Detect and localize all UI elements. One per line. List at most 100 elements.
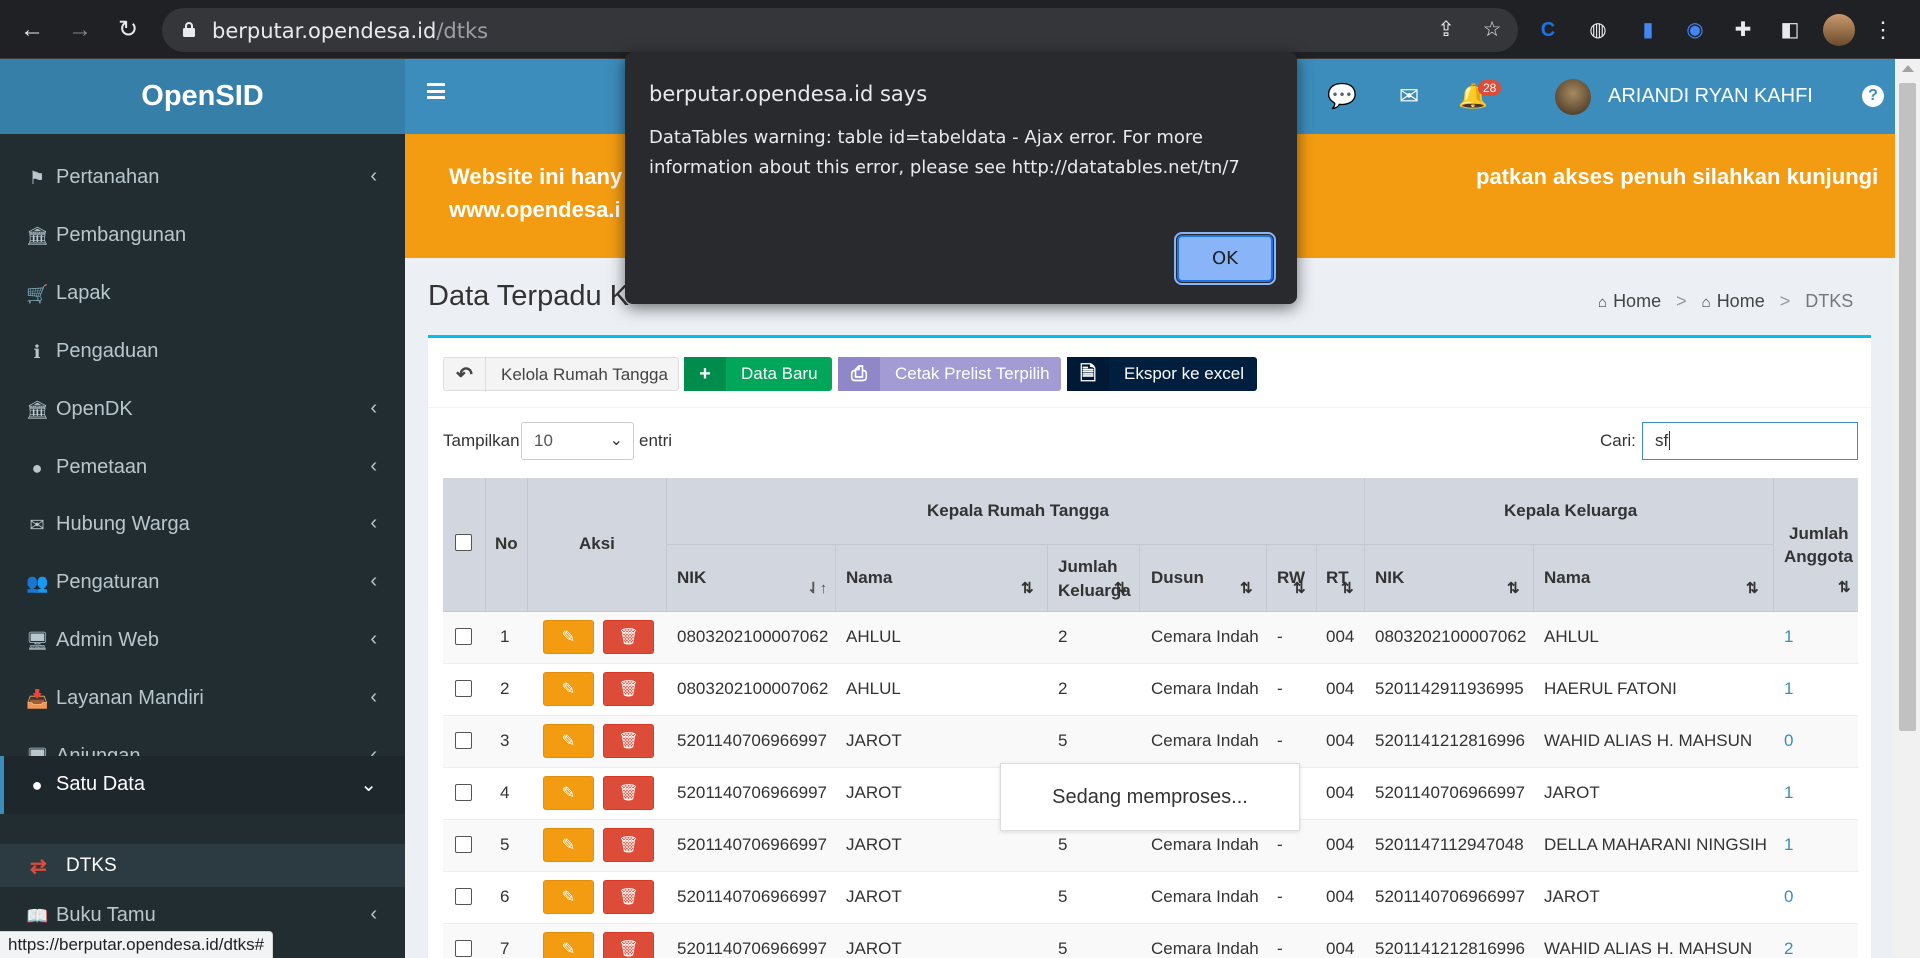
sidebar-item-pengaduan[interactable]: ℹ Pengaduan	[0, 323, 405, 381]
globe-extension-icon[interactable]: ◍	[1584, 16, 1612, 44]
sidebar-item-layanan-mandiri[interactable]: 📥 Layanan Mandiri ‹	[0, 670, 405, 728]
row-checkbox[interactable]	[455, 784, 472, 801]
delete-button[interactable]: 🗑	[603, 620, 654, 654]
banner-text-left: Website ini hany	[449, 164, 623, 189]
cell-jumlah-anggota[interactable]: 0	[1784, 887, 1793, 907]
edit-button[interactable]: ✎	[543, 776, 594, 810]
puzzle-extensions-icon[interactable]: ✚	[1729, 16, 1757, 44]
data-box: ↶ Kelola Rumah Tangga + Data Baru ⎙ Ceta…	[428, 335, 1871, 958]
data-baru-button[interactable]: + Data Baru	[684, 357, 832, 391]
sidebar-item-pertanahan[interactable]: ⚑ Pertanahan ‹	[0, 149, 405, 207]
delete-button[interactable]: 🗑	[603, 672, 654, 706]
delete-button[interactable]: 🗑	[603, 932, 654, 958]
page-length-select[interactable]: 10 ⌄	[521, 422, 634, 460]
sidebar-item-pembangunan[interactable]: 🏛 Pembangunan	[0, 207, 405, 265]
cell-jumlah-anggota[interactable]: 1	[1784, 835, 1793, 855]
bookmark-star-icon[interactable]: ☆	[1480, 18, 1504, 42]
sort-icon[interactable]: ⇅	[1240, 579, 1253, 597]
sort-icon[interactable]: ⇅	[1838, 578, 1851, 596]
hamburger-menu-icon[interactable]	[427, 83, 445, 99]
help-icon[interactable]: ?	[1862, 85, 1884, 107]
edit-button[interactable]: ✎	[543, 828, 594, 862]
chat-icon[interactable]: 💬	[1327, 83, 1357, 111]
globe-icon: ●	[31, 458, 43, 478]
share-icon[interactable]: ⇪	[1434, 18, 1458, 42]
page-length-label: Tampilkan	[443, 431, 520, 450]
reload-icon[interactable]: ↻	[112, 14, 144, 46]
user-name[interactable]: ARIANDI RYAN KAHFI	[1608, 85, 1813, 108]
row-checkbox[interactable]	[455, 888, 472, 905]
cell-kk-nik: 0803202100007062	[1375, 627, 1527, 646]
sort-icon[interactable]: ⇅	[1507, 579, 1520, 597]
sidebar-item-opendk[interactable]: 🏛 OpenDK ‹	[0, 381, 405, 439]
row-checkbox[interactable]	[455, 836, 472, 853]
edit-button[interactable]: ✎	[543, 672, 594, 706]
cetak-prelist-button[interactable]: ⎙ Cetak Prelist Terpilih	[838, 357, 1061, 391]
delete-button[interactable]: 🗑	[603, 828, 654, 862]
sidebar-item-pemetaan[interactable]: ● Pemetaan ‹	[0, 439, 405, 497]
row-checkbox[interactable]	[455, 628, 472, 645]
address-bar[interactable]: berputar.opendesa.id/dtks ⇪ ☆	[162, 8, 1518, 52]
row-checkbox[interactable]	[455, 940, 472, 957]
kelola-rumah-tangga-button[interactable]: ↶ Kelola Rumah Tangga	[443, 357, 679, 392]
cell-jumlah-anggota[interactable]: 0	[1784, 731, 1793, 751]
brand-logo[interactable]: OpenSID	[0, 59, 405, 134]
sidebar-item-satu-data[interactable]: ● Satu Data ⌄	[0, 756, 405, 814]
cell-no: 6	[500, 887, 510, 906]
sidebar-item-pengaturan[interactable]: 👥 Pengaturan ‹	[0, 554, 405, 612]
cart-icon: 🛒	[26, 284, 49, 304]
sort-icon[interactable]: ⇅	[1293, 579, 1306, 597]
delete-button[interactable]: 🗑	[603, 724, 654, 758]
edit-button[interactable]: ✎	[543, 932, 594, 958]
sidebar: OpenSID ⚑ Pertanahan ‹ 🏛 Pembangunan 🛒 Lapak ℹ P…	[0, 59, 405, 958]
cell-dusun: Cemara Indah	[1151, 887, 1259, 906]
scroll-up-arrow-icon[interactable]	[1902, 65, 1914, 72]
envelope-icon[interactable]: ✉	[1395, 83, 1423, 111]
cell-jumlah-anggota[interactable]: 1	[1784, 783, 1793, 803]
forward-arrow-icon[interactable]: →	[64, 14, 96, 46]
edit-button[interactable]: ✎	[543, 880, 594, 914]
sort-icon[interactable]: ⇅	[1341, 579, 1354, 597]
table-row: ✎ 🗑 7 5201140706966997 JAROT 5 Cemara Indah - 00…	[443, 924, 1858, 958]
user-avatar[interactable]	[1555, 79, 1591, 115]
sidebar-item-admin-web[interactable]: 🖥 Admin Web ‹	[0, 612, 405, 670]
cell-jumlah-anggota[interactable]: 2	[1784, 939, 1793, 958]
sort-ascending-icon[interactable]: ⇃↑	[807, 579, 827, 597]
sidebar-item-label: Lapak	[56, 282, 111, 304]
delete-button[interactable]: 🗑	[603, 880, 654, 914]
sort-icon[interactable]: ⇅	[1746, 579, 1759, 597]
delete-button[interactable]: 🗑	[603, 776, 654, 810]
cell-no: 7	[500, 939, 510, 958]
sidebar-item-lapak[interactable]: 🛒 Lapak	[0, 265, 405, 323]
cell-jumlah-anggota[interactable]: 1	[1784, 627, 1793, 647]
sort-icon[interactable]: ⇅	[1021, 579, 1034, 597]
row-checkbox[interactable]	[455, 680, 472, 697]
sort-icon[interactable]: ⇅	[1114, 579, 1127, 597]
sidebar-subitem-dtks[interactable]: ⇄ DTKS	[0, 844, 405, 887]
row-checkbox[interactable]	[455, 732, 472, 749]
search-input[interactable]: sf	[1642, 422, 1858, 460]
ekspor-excel-button[interactable]: 🗎 Ekspor ke excel	[1067, 357, 1257, 391]
cell-jumlah-anggota[interactable]: 1	[1784, 679, 1793, 699]
scrollbar-thumb[interactable]	[1899, 83, 1916, 731]
cell-jumlah-keluarga: 5	[1058, 887, 1068, 906]
edit-button[interactable]: ✎	[543, 620, 594, 654]
pencil-icon: ✎	[561, 785, 576, 802]
select-all-checkbox[interactable]	[455, 534, 472, 551]
page-scrollbar[interactable]	[1895, 59, 1920, 958]
kebab-menu-icon[interactable]: ⋮	[1872, 14, 1894, 46]
docs-extension-icon[interactable]: ▮	[1634, 16, 1662, 44]
sidebar-item-hubung-warga[interactable]: ✉ Hubung Warga ‹	[0, 496, 405, 554]
extension-c-icon[interactable]: C	[1534, 16, 1562, 44]
dialog-ok-button[interactable]: OK	[1174, 232, 1276, 285]
breadcrumb-home-2[interactable]: Home	[1717, 291, 1765, 311]
banner-link[interactable]: www.opendesa.i	[449, 197, 621, 223]
sync-extension-icon[interactable]: ◉	[1681, 16, 1709, 44]
breadcrumb-home[interactable]: Home	[1613, 291, 1661, 311]
side-panel-icon[interactable]: ◧	[1776, 16, 1804, 44]
header-jumlah-anggota-1: Jumlah	[1789, 524, 1849, 543]
profile-avatar[interactable]	[1823, 14, 1855, 46]
pencil-icon: ✎	[561, 941, 576, 958]
back-arrow-icon[interactable]: ←	[16, 14, 48, 46]
edit-button[interactable]: ✎	[543, 724, 594, 758]
